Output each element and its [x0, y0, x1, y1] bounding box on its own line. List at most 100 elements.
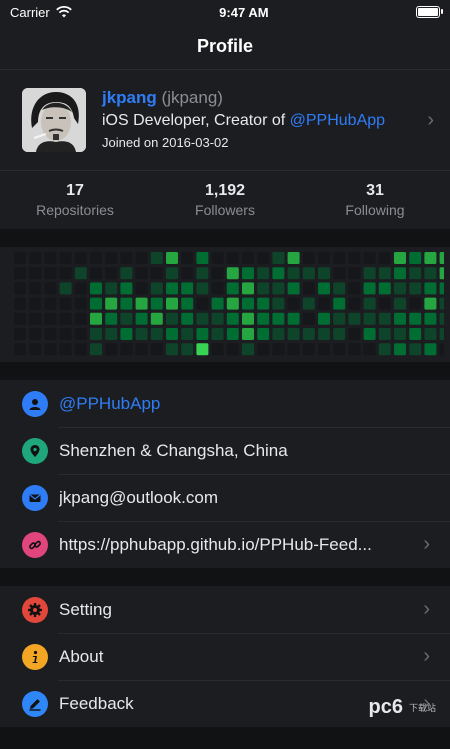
- contribution-cell: [105, 328, 118, 340]
- contribution-cell: [424, 328, 437, 340]
- contribution-cell: [348, 312, 361, 325]
- contribution-cell: [348, 343, 361, 356]
- contribution-cell: [135, 282, 148, 295]
- contribution-cell: [120, 343, 133, 356]
- info-row-location[interactable]: Shenzhen & Changsha, China: [0, 427, 450, 474]
- person-icon: [22, 390, 48, 417]
- contribution-cell: [272, 252, 285, 264]
- battery-icon: [415, 6, 443, 18]
- contribution-cell: [44, 282, 57, 295]
- page-title: Profile: [196, 36, 253, 56]
- contribution-cell: [363, 312, 376, 325]
- contribution-cell: [302, 328, 315, 340]
- info-row-blog[interactable]: https://pphubapp.github.io/PPHub-Feed...…: [0, 521, 450, 568]
- contribution-cell: [120, 252, 133, 264]
- contribution-cell: [211, 252, 224, 264]
- contribution-cell: [135, 312, 148, 325]
- profile-header[interactable]: jkpang (jkpang) iOS Developer, Creator o…: [0, 69, 450, 170]
- contribution-cell: [181, 297, 194, 310]
- contribution-cell: [348, 328, 361, 340]
- mail-icon: [22, 484, 48, 511]
- menu-item-about[interactable]: About ›: [0, 633, 450, 680]
- contribution-cell: [90, 297, 102, 310]
- contribution-cell: [287, 267, 300, 280]
- contribution-cell: [166, 282, 178, 295]
- contribution-cell: [29, 328, 42, 340]
- contribution-cell: [166, 343, 178, 356]
- contribution-cell: [44, 297, 57, 310]
- avatar: [22, 88, 86, 152]
- contribution-cell: [59, 312, 72, 325]
- contribution-cell: [105, 297, 118, 310]
- info-row-email[interactable]: jkpang@outlook.com: [0, 474, 450, 521]
- link-icon: [22, 531, 48, 558]
- contribution-cell: [90, 328, 102, 340]
- menu-list: Setting › About › Feedback › pc6 下载站: [0, 586, 450, 727]
- contribution-cell: [424, 252, 437, 264]
- contribution-cell: [272, 282, 285, 295]
- menu-item-setting[interactable]: Setting ›: [0, 586, 450, 633]
- contribution-cell: [135, 267, 148, 280]
- contribution-cell: [257, 267, 270, 280]
- contribution-cell: [363, 267, 376, 280]
- contribution-cell: [44, 343, 57, 356]
- contribution-graph: [0, 247, 450, 362]
- contribution-cell: [257, 297, 270, 310]
- stat-followers[interactable]: 1,192 Followers: [150, 171, 300, 229]
- contribution-cell: [363, 343, 376, 356]
- contribution-cell: [409, 267, 422, 280]
- contribution-cell: [242, 312, 254, 325]
- contribution-cell: [424, 343, 437, 356]
- contribution-cell: [409, 343, 422, 356]
- contribution-cell: [257, 328, 270, 340]
- contribution-cell: [318, 343, 330, 356]
- contribution-cell: [29, 267, 42, 280]
- contribution-cell: [363, 252, 376, 264]
- contribution-cell: [211, 282, 224, 295]
- contribution-cell: [196, 282, 209, 295]
- profile-login: (jkpang): [161, 88, 223, 107]
- contribution-cell: [439, 328, 444, 340]
- contribution-cell: [166, 252, 178, 264]
- contribution-cell: [150, 267, 163, 280]
- contribution-cell: [439, 252, 444, 264]
- bio-handle-link[interactable]: @PPHubApp: [290, 112, 385, 129]
- contribution-cell: [181, 267, 194, 280]
- contribution-cell: [318, 328, 330, 340]
- contribution-cell: [105, 267, 118, 280]
- contribution-cell: [166, 297, 178, 310]
- contribution-cell: [29, 343, 42, 356]
- contribution-cell: [409, 282, 422, 295]
- contribution-cell: [272, 297, 285, 310]
- info-icon: [22, 643, 48, 670]
- contribution-cell: [29, 312, 42, 325]
- contribution-cell: [74, 297, 87, 310]
- contribution-cell: [333, 328, 346, 340]
- contribution-cell: [348, 282, 361, 295]
- contribution-cell: [135, 328, 148, 340]
- contribution-cell: [14, 252, 26, 264]
- contribution-cell: [196, 328, 209, 340]
- stat-following[interactable]: 31 Following: [300, 171, 450, 229]
- contribution-cell: [181, 312, 194, 325]
- contribution-cell: [318, 282, 330, 295]
- contribution-cell: [272, 312, 285, 325]
- contribution-cell: [302, 343, 315, 356]
- contribution-cell: [302, 282, 315, 295]
- info-list: @PPHubApp Shenzhen & Changsha, China jkp…: [0, 380, 450, 568]
- contribution-cell: [211, 328, 224, 340]
- profile-name: jkpang: [102, 88, 157, 107]
- info-row-handle[interactable]: @PPHubApp: [0, 380, 450, 427]
- contribution-cell: [90, 267, 102, 280]
- contribution-cell: [196, 343, 209, 356]
- contribution-cell: [14, 297, 26, 310]
- contribution-cell: [394, 267, 406, 280]
- contribution-cell: [150, 297, 163, 310]
- pencil-icon: [22, 690, 48, 717]
- contribution-cell: [105, 343, 118, 356]
- contribution-cell: [272, 267, 285, 280]
- contribution-cell: [150, 282, 163, 295]
- stat-repositories[interactable]: 17 Repositories: [0, 171, 150, 229]
- contribution-cell: [90, 343, 102, 356]
- contribution-cell: [226, 252, 239, 264]
